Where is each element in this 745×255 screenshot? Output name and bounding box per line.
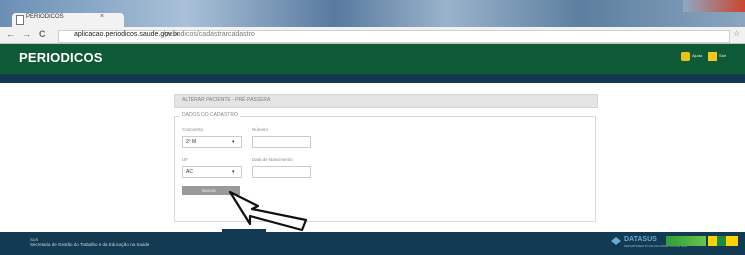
header-strip	[0, 74, 745, 83]
help-link[interactable]: Ajuda	[692, 53, 702, 58]
url-path: /periodicos/cadastrarcadastro	[163, 31, 255, 38]
reload-icon[interactable]: C	[39, 29, 46, 39]
app-title: PERIODICOS	[19, 50, 103, 65]
page-title: ALTERAR PACIENTE - PRÉ-PASSERA	[182, 97, 271, 103]
footer-secretaria: Secretaria de Gestão do Trabalho e da Ed…	[30, 242, 150, 247]
fieldset-legend: DADOS DO CADASTRO	[180, 112, 240, 118]
logout-link[interactable]: Sair	[719, 53, 726, 58]
concentra-select-value: 2º M	[186, 139, 197, 145]
tab-title: PERIODICOS	[26, 14, 64, 20]
bookmark-star-icon[interactable]: ☆	[733, 29, 740, 38]
datasus-logo-icon	[611, 237, 621, 245]
datasus-logo-text: DATASUS	[624, 236, 657, 243]
numero-input[interactable]	[252, 136, 311, 148]
window-controls[interactable]	[683, 0, 745, 12]
uf-select-value: AC	[186, 169, 193, 175]
search-button-label: Buscar	[202, 188, 217, 193]
label-uf: UF	[182, 157, 188, 162]
page-icon	[16, 15, 24, 25]
birthdate-input[interactable]	[252, 166, 311, 178]
label-numero: Número	[252, 127, 269, 132]
logout-icon[interactable]	[708, 52, 717, 61]
app-header	[0, 44, 745, 74]
help-icon[interactable]	[681, 52, 690, 61]
close-tab-icon[interactable]: ×	[100, 13, 104, 20]
chevron-down-icon: ▾	[232, 169, 235, 175]
government-logo	[708, 236, 738, 246]
forward-icon[interactable]: →	[22, 29, 31, 39]
label-concentra: Concentra	[182, 127, 203, 132]
back-icon[interactable]: ←	[6, 29, 15, 39]
sus-logo	[666, 236, 706, 246]
label-data-nascimento: Data de Nascimento	[252, 157, 293, 162]
chevron-down-icon: ▾	[232, 139, 235, 145]
